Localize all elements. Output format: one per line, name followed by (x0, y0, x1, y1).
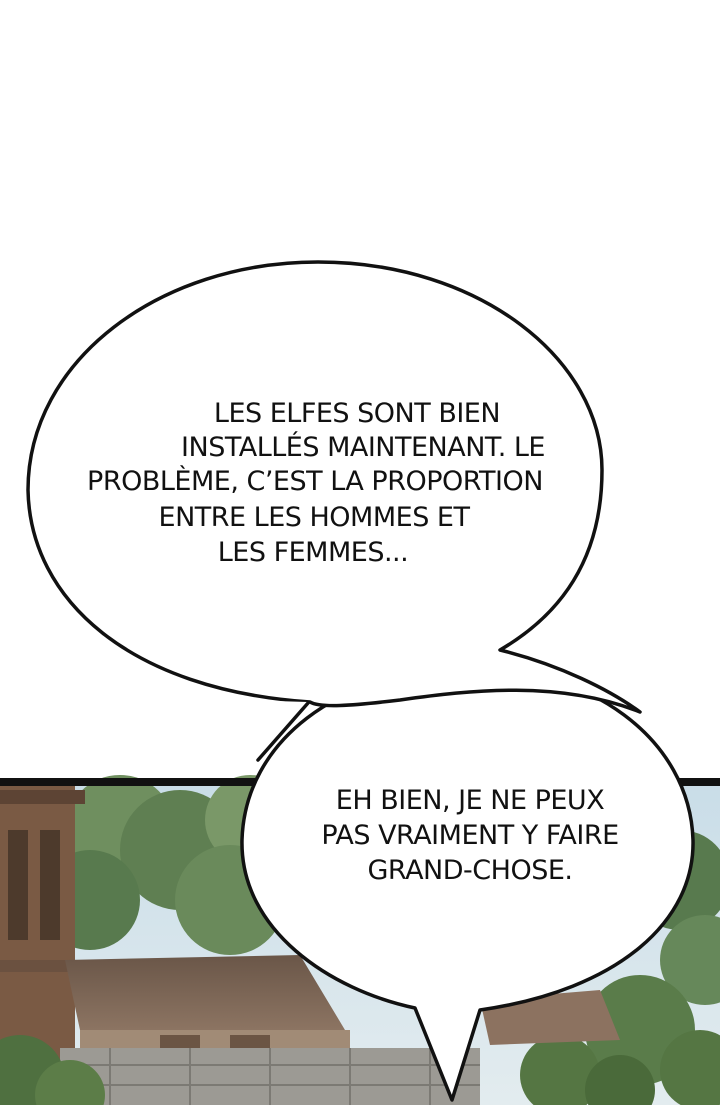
stone-wall (60, 1048, 480, 1105)
roof (65, 955, 350, 1050)
bubble-1-line: PROBLÈME, C’EST LA PROPORTION (87, 466, 543, 497)
bubble-1-line: ENTRE LES HOMMES ET (158, 502, 470, 533)
bubble-1-line: LES FEMMES... (217, 537, 409, 568)
bubble-2-line: GRAND-CHOSE. (367, 855, 573, 886)
bubble-2-line: PAS VRAIMENT Y FAIRE (321, 820, 619, 851)
bubble-1-line: INSTALLÉS MAINTENANT. LE (181, 432, 545, 463)
bubble-1-line: LES ELFES SONT BIEN (213, 398, 501, 429)
bubble-2-line: EH BIEN, JE NE PEUX (335, 785, 605, 816)
